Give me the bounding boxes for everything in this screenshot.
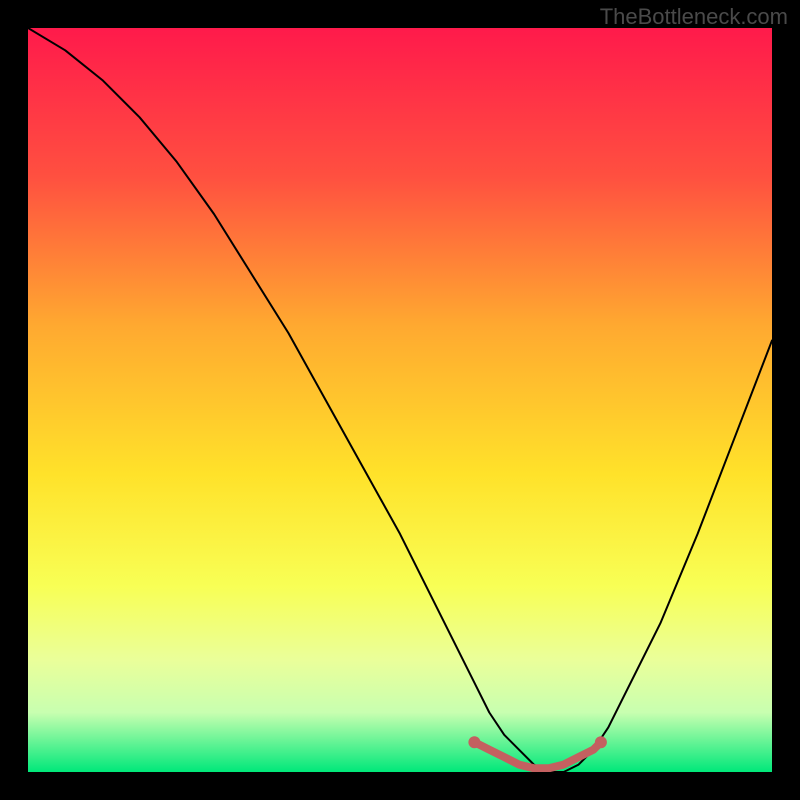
chart-frame: TheBottleneck.com [0, 0, 800, 800]
marker-endpoint [468, 736, 480, 748]
chart-background [28, 28, 772, 772]
watermark-text: TheBottleneck.com [600, 4, 788, 30]
plot-area [28, 28, 772, 772]
marker-endpoint [595, 736, 607, 748]
chart-svg [28, 28, 772, 772]
